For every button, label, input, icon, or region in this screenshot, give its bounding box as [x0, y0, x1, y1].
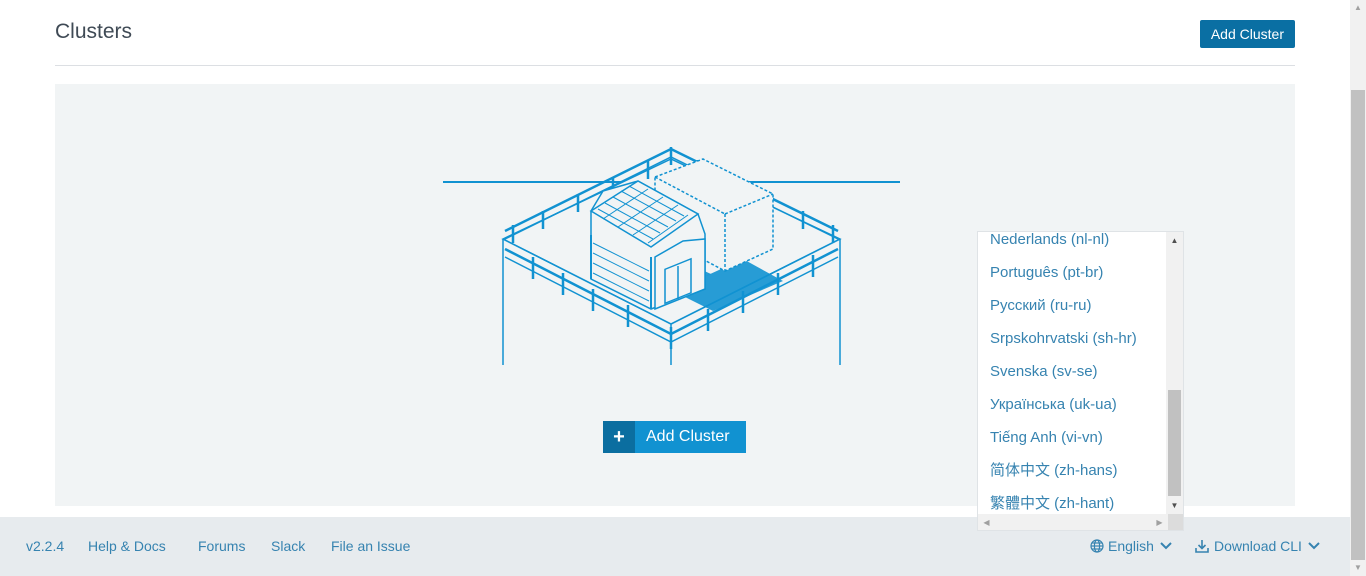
menu-vertical-scrollbar[interactable]: ▲ ▼ [1166, 232, 1183, 514]
language-option[interactable]: Srpskohrvatski (sh-hr) [978, 323, 1168, 356]
page-scroll-up-icon[interactable]: ▲ [1350, 0, 1366, 16]
farm-illustration [443, 147, 900, 365]
page-scroll-thumb[interactable] [1351, 90, 1365, 560]
menu-scroll-thumb[interactable] [1168, 390, 1181, 496]
language-option[interactable]: Українська (uk-ua) [978, 389, 1168, 422]
page-scrollbar[interactable]: ▲ ▼ [1350, 0, 1366, 576]
language-option[interactable]: Nederlands (nl-nl) [978, 232, 1168, 257]
download-icon [1195, 540, 1209, 553]
language-option[interactable]: Svenska (sv-se) [978, 356, 1168, 389]
language-option[interactable]: Русский (ru-ru) [978, 290, 1168, 323]
menu-horizontal-scrollbar[interactable]: ◀ ▶ [978, 514, 1168, 530]
add-cluster-empty-button[interactable]: + Add Cluster [603, 421, 746, 453]
plus-icon: + [603, 421, 635, 453]
download-cli-label: Download CLI [1214, 538, 1302, 554]
page: Clusters Add Cluster + Add Cluster v2.2.… [0, 0, 1350, 576]
page-header: Clusters Add Cluster [55, 0, 1295, 66]
language-dropdown-menu[interactable]: Nederlands (nl-nl) Português (pt-br) Рус… [977, 231, 1184, 531]
forums-link[interactable]: Forums [198, 538, 245, 554]
add-cluster-empty-label: Add Cluster [646, 428, 730, 445]
download-cli-selector[interactable]: Download CLI [1195, 538, 1320, 554]
chevron-down-icon [1308, 542, 1320, 550]
chevron-down-icon [1160, 542, 1172, 550]
globe-icon [1090, 539, 1104, 553]
language-option[interactable]: 简体中文 (zh-hans) [978, 455, 1168, 488]
language-option[interactable]: Português (pt-br) [978, 257, 1168, 290]
language-list: Nederlands (nl-nl) Português (pt-br) Рус… [978, 232, 1168, 521]
version-link[interactable]: v2.2.4 [26, 538, 64, 554]
add-cluster-button[interactable]: Add Cluster [1199, 20, 1295, 48]
help-docs-link[interactable]: Help & Docs [88, 538, 166, 554]
slack-link[interactable]: Slack [271, 538, 305, 554]
scroll-left-icon[interactable]: ◀ [978, 514, 995, 530]
language-selector[interactable]: English [1090, 538, 1172, 554]
language-label: English [1108, 538, 1154, 554]
scroll-up-icon[interactable]: ▲ [1166, 232, 1183, 249]
scroll-right-icon[interactable]: ▶ [1151, 514, 1168, 530]
page-title: Clusters [55, 20, 133, 43]
file-issue-link[interactable]: File an Issue [331, 538, 410, 554]
scrollbar-corner [1168, 514, 1183, 530]
language-option[interactable]: Tiếng Anh (vi-vn) [978, 422, 1168, 455]
page-scroll-down-icon[interactable]: ▼ [1350, 560, 1366, 576]
scroll-down-icon[interactable]: ▼ [1166, 497, 1183, 514]
